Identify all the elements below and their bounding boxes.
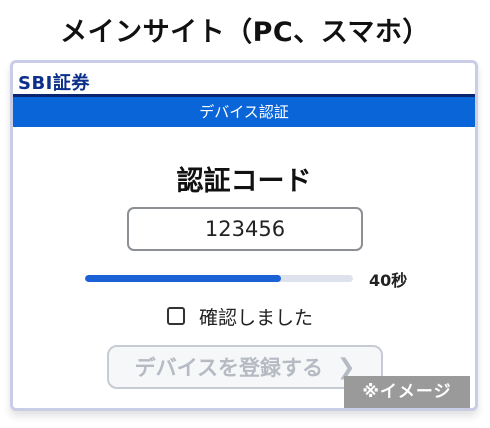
auth-code-display: 123456: [127, 207, 363, 251]
page-heading: メインサイト（PC、スマホ）: [60, 17, 430, 48]
auth-code-title: 認証コード: [176, 166, 312, 197]
screen-frame: SBI証券 デバイス認証 認証コード 123456 40秒 確認しました デバイ…: [10, 60, 478, 411]
confirm-checkbox-row[interactable]: 確認しました: [167, 303, 313, 329]
timer-progress-bar: [85, 275, 353, 282]
timer-remaining: 40秒: [369, 271, 408, 290]
register-device-label: デバイスを登録する: [134, 356, 323, 380]
confirm-checkbox[interactable]: [167, 307, 185, 325]
brand-logo: SBI証券: [18, 73, 90, 94]
timer-progress-fill: [85, 275, 281, 282]
confirm-checkbox-label: 確認しました: [199, 306, 314, 329]
page-title-bar: デバイス認証: [13, 97, 475, 127]
brand-bar: SBI証券: [13, 63, 475, 94]
register-device-button[interactable]: デバイスを登録する ❯: [107, 345, 383, 389]
image-notice-badge: ※イメージ: [344, 376, 470, 408]
